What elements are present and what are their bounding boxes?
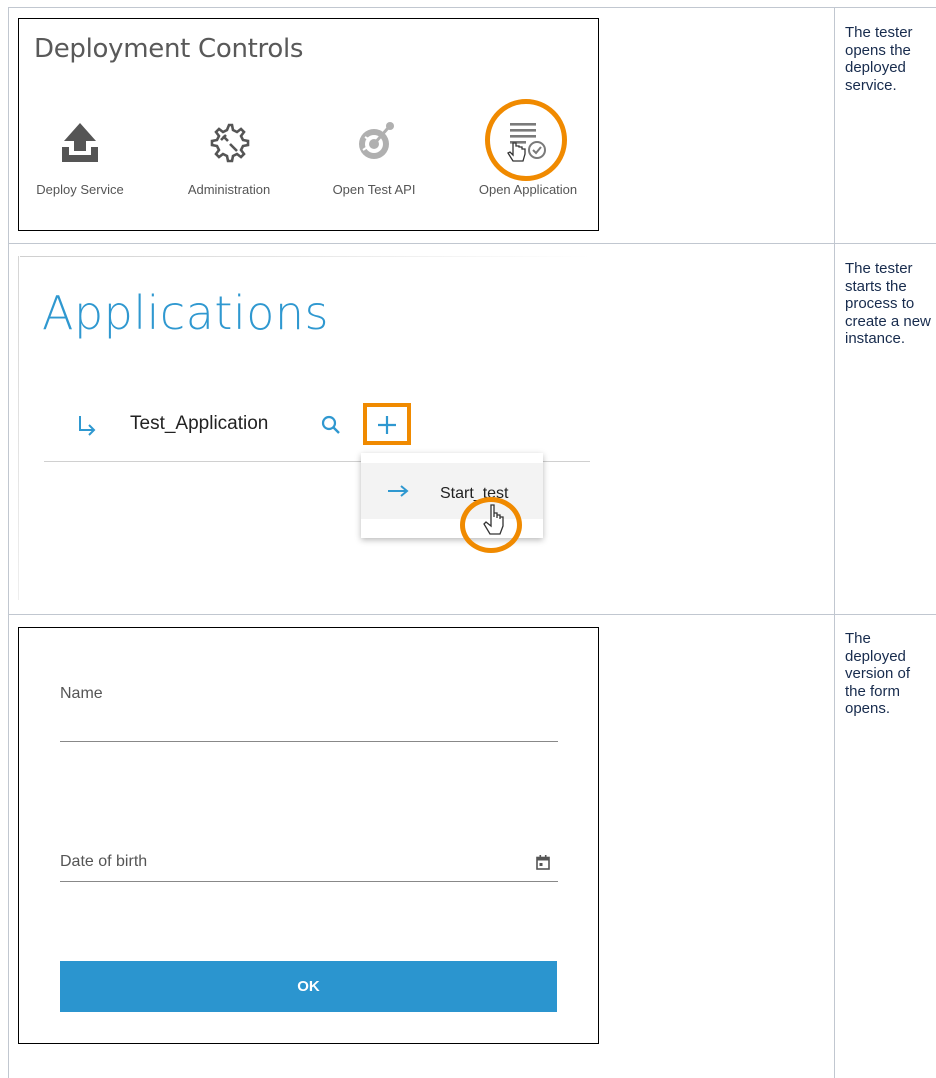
field-underline	[60, 741, 558, 742]
row-description: The tester starts the process to create …	[845, 260, 931, 347]
row-description: The deployed version of the form opens.	[845, 630, 911, 717]
gear-wrench-icon	[210, 123, 250, 163]
ok-button[interactable]: OK	[60, 961, 557, 1012]
upload-icon	[62, 123, 98, 162]
control-label: Administration	[187, 182, 271, 197]
add-instance-button[interactable]	[363, 403, 411, 445]
api-icon	[359, 122, 394, 159]
calendar-icon[interactable]	[536, 855, 550, 870]
plus-icon	[378, 416, 396, 434]
application-name: Test_Application	[130, 413, 269, 434]
table-border-top	[8, 7, 936, 8]
panel-title: Deployment Controls	[34, 34, 304, 64]
applications-panel-shadow-left	[18, 256, 19, 600]
arrow-right-icon	[388, 485, 409, 497]
table-row-divider	[8, 614, 936, 615]
field-label: Date of birth	[60, 853, 148, 870]
page-title: Applications	[42, 286, 329, 340]
row-description: The tester opens the deployed service.	[845, 24, 913, 94]
field-label: Name	[60, 685, 103, 702]
table-row-divider	[8, 243, 936, 244]
control-label: Deploy Service	[36, 182, 124, 197]
control-label: Open Application	[478, 182, 578, 197]
highlight-circle	[485, 99, 567, 181]
field-underline	[60, 881, 558, 882]
control-label: Open Test API	[332, 182, 416, 197]
applications-panel-shadow-top	[20, 256, 590, 257]
return-arrow-icon	[79, 416, 96, 436]
search-icon[interactable]	[320, 414, 342, 436]
highlight-circle	[460, 497, 522, 553]
table-border-left	[8, 7, 9, 1078]
table-column-divider	[834, 7, 835, 1078]
